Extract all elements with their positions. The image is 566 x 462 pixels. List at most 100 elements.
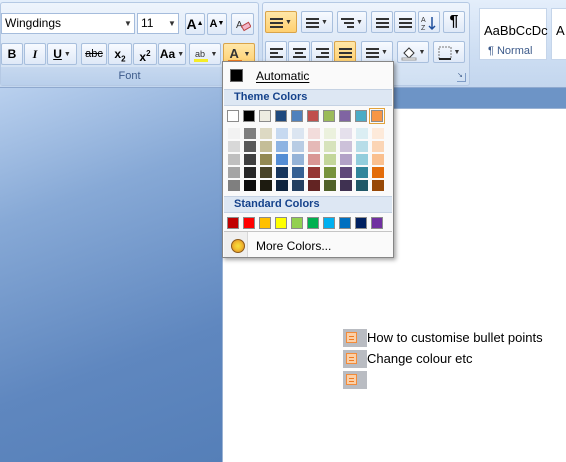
underline-button[interactable]: U ▼ bbox=[47, 43, 77, 65]
theme-shade-swatch[interactable] bbox=[260, 167, 272, 178]
theme-shade-swatch[interactable] bbox=[324, 167, 336, 178]
style-tile-next[interactable]: A bbox=[551, 8, 566, 60]
theme-shade-swatch[interactable] bbox=[244, 180, 256, 191]
standard-color-swatch[interactable] bbox=[371, 217, 383, 229]
theme-color-swatch[interactable] bbox=[291, 110, 303, 122]
theme-shade-swatch[interactable] bbox=[276, 154, 288, 165]
chevron-down-icon[interactable]: ▼ bbox=[122, 14, 134, 33]
theme-shade-swatch[interactable] bbox=[340, 128, 352, 139]
chevron-down-icon[interactable]: ▼ bbox=[244, 51, 251, 58]
standard-color-swatch[interactable] bbox=[323, 217, 335, 229]
theme-color-swatch[interactable] bbox=[307, 110, 319, 122]
subscript-button[interactable]: x2 bbox=[108, 43, 132, 65]
increase-indent-button[interactable] bbox=[394, 11, 416, 33]
theme-shade-swatch[interactable] bbox=[260, 154, 272, 165]
multilevel-list-button[interactable]: ▼ bbox=[337, 11, 367, 33]
standard-color-swatch[interactable] bbox=[355, 217, 367, 229]
theme-shade-swatch[interactable] bbox=[276, 141, 288, 152]
standard-color-swatch[interactable] bbox=[243, 217, 255, 229]
bullets-button[interactable]: ▼ bbox=[265, 11, 297, 33]
theme-shade-swatch[interactable] bbox=[292, 128, 304, 139]
chevron-down-icon[interactable]: ▼ bbox=[285, 19, 292, 26]
theme-shade-swatch[interactable] bbox=[372, 154, 384, 165]
font-size-combo[interactable]: 11 ▼ bbox=[137, 13, 179, 34]
theme-shade-swatch[interactable] bbox=[244, 167, 256, 178]
chevron-down-icon[interactable]: ▼ bbox=[356, 19, 363, 26]
theme-shade-swatch[interactable] bbox=[340, 167, 352, 178]
change-case-button[interactable]: Aa ▼ bbox=[158, 43, 186, 65]
theme-shade-swatch[interactable] bbox=[340, 154, 352, 165]
chevron-down-icon[interactable]: ▼ bbox=[177, 51, 184, 58]
standard-color-swatch[interactable] bbox=[275, 217, 287, 229]
theme-color-swatch[interactable] bbox=[259, 110, 271, 122]
grow-font-button[interactable]: A▲ bbox=[185, 13, 205, 35]
theme-shade-swatch[interactable] bbox=[292, 180, 304, 191]
chevron-down-icon[interactable]: ▼ bbox=[321, 19, 328, 26]
bold-button[interactable]: B bbox=[1, 43, 23, 65]
shrink-font-button[interactable]: A▼ bbox=[207, 13, 227, 35]
theme-shade-swatch[interactable] bbox=[244, 141, 256, 152]
theme-shade-swatch[interactable] bbox=[340, 180, 352, 191]
font-name-combo[interactable]: Wingdings ▼ bbox=[1, 13, 135, 34]
theme-shade-swatch[interactable] bbox=[324, 154, 336, 165]
strikethrough-button[interactable]: abc bbox=[81, 43, 107, 65]
theme-shade-swatch[interactable] bbox=[308, 141, 320, 152]
theme-shade-swatch[interactable] bbox=[324, 141, 336, 152]
standard-color-swatch[interactable] bbox=[291, 217, 303, 229]
theme-shade-swatch[interactable] bbox=[356, 128, 368, 139]
paragraph-dialog-launcher-icon[interactable]: ↘ bbox=[457, 72, 466, 82]
standard-color-swatch[interactable] bbox=[307, 217, 319, 229]
theme-shade-swatch[interactable] bbox=[324, 180, 336, 191]
theme-shade-swatch[interactable] bbox=[308, 167, 320, 178]
clear-formatting-button[interactable]: A bbox=[231, 13, 254, 35]
shading-button[interactable]: ▼ bbox=[397, 41, 429, 63]
theme-color-swatch[interactable] bbox=[227, 110, 239, 122]
chevron-down-icon[interactable]: ▼ bbox=[166, 14, 178, 33]
standard-color-swatch[interactable] bbox=[339, 217, 351, 229]
justify-button[interactable] bbox=[334, 41, 356, 63]
align-center-button[interactable] bbox=[288, 41, 310, 63]
theme-shade-swatch[interactable] bbox=[292, 167, 304, 178]
chevron-down-icon[interactable]: ▼ bbox=[381, 49, 388, 56]
theme-shade-swatch[interactable] bbox=[308, 128, 320, 139]
theme-color-swatch[interactable] bbox=[369, 108, 385, 124]
theme-shade-swatch[interactable] bbox=[260, 141, 272, 152]
theme-shade-swatch[interactable] bbox=[372, 128, 384, 139]
theme-shade-swatch[interactable] bbox=[372, 141, 384, 152]
line-spacing-button[interactable]: ▼ bbox=[361, 41, 393, 63]
theme-shade-swatch[interactable] bbox=[228, 154, 240, 165]
show-marks-button[interactable]: ¶ bbox=[443, 11, 465, 33]
theme-shade-swatch[interactable] bbox=[260, 180, 272, 191]
theme-shade-swatch[interactable] bbox=[324, 128, 336, 139]
chevron-down-icon[interactable]: ▼ bbox=[454, 49, 461, 56]
theme-shade-swatch[interactable] bbox=[372, 180, 384, 191]
decrease-indent-button[interactable] bbox=[371, 11, 393, 33]
align-left-button[interactable] bbox=[265, 41, 287, 63]
theme-shade-swatch[interactable] bbox=[260, 128, 272, 139]
theme-shade-swatch[interactable] bbox=[228, 141, 240, 152]
theme-color-swatch[interactable] bbox=[243, 110, 255, 122]
sort-button[interactable]: AZ bbox=[418, 11, 440, 33]
superscript-button[interactable]: x2 bbox=[133, 43, 157, 65]
theme-shade-swatch[interactable] bbox=[340, 141, 352, 152]
theme-shade-swatch[interactable] bbox=[356, 180, 368, 191]
theme-shade-swatch[interactable] bbox=[228, 167, 240, 178]
standard-color-swatch[interactable] bbox=[227, 217, 239, 229]
align-right-button[interactable] bbox=[311, 41, 333, 63]
chevron-down-icon[interactable]: ▼ bbox=[64, 51, 71, 58]
theme-shade-swatch[interactable] bbox=[228, 128, 240, 139]
theme-shade-swatch[interactable] bbox=[308, 154, 320, 165]
theme-shade-swatch[interactable] bbox=[292, 141, 304, 152]
theme-shade-swatch[interactable] bbox=[356, 167, 368, 178]
highlight-button[interactable]: ab ▼ bbox=[189, 43, 221, 65]
more-colors-item[interactable]: More Colors... bbox=[256, 239, 331, 253]
chevron-down-icon[interactable]: ▼ bbox=[419, 49, 426, 56]
theme-shade-swatch[interactable] bbox=[276, 128, 288, 139]
theme-shade-swatch[interactable] bbox=[244, 128, 256, 139]
automatic-color-item[interactable]: Automatic bbox=[225, 64, 391, 88]
standard-color-swatch[interactable] bbox=[259, 217, 271, 229]
theme-shade-swatch[interactable] bbox=[308, 180, 320, 191]
chevron-down-icon[interactable]: ▼ bbox=[211, 51, 218, 58]
theme-shade-swatch[interactable] bbox=[356, 154, 368, 165]
theme-shade-swatch[interactable] bbox=[228, 180, 240, 191]
